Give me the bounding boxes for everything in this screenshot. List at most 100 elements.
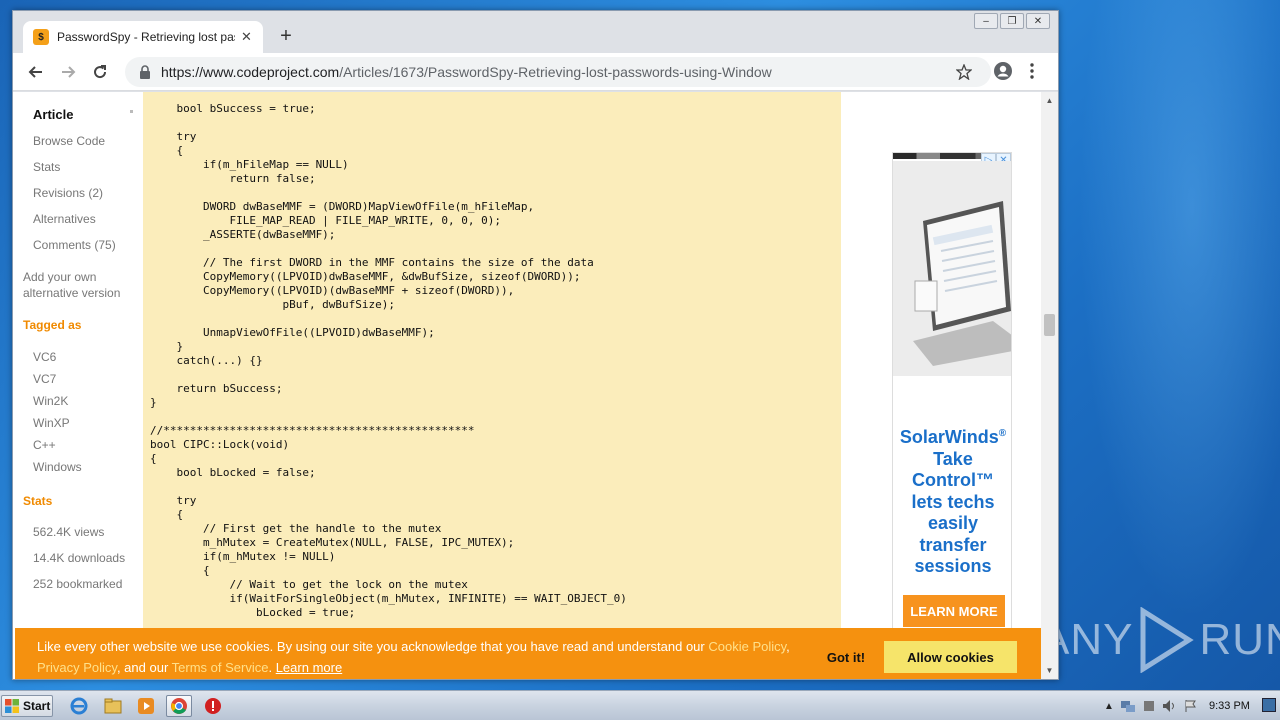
tagged-as-heading: Tagged as — [23, 318, 82, 332]
code-line: if(m_hFileMap == NULL) — [150, 158, 349, 171]
url-text: https://www.codeproject.com/Articles/167… — [161, 64, 772, 80]
code-line: try — [150, 494, 197, 507]
add-alternative-link[interactable]: Add your own alternative version — [23, 269, 133, 301]
scroll-up-arrow-icon[interactable]: ▲ — [1041, 92, 1058, 109]
learn-more-link[interactable]: Learn more — [276, 660, 342, 675]
ad-learn-more-button[interactable]: LEARN MORE — [903, 595, 1005, 627]
code-line: } — [150, 340, 184, 353]
code-line: { — [150, 144, 184, 157]
reload-button[interactable] — [89, 61, 111, 83]
cookie-text-1: Like every other website we use cookies.… — [37, 639, 709, 654]
cookie-text-3: . — [268, 660, 276, 675]
cookie-banner: Like every other website we use cookies.… — [15, 628, 1041, 679]
reload-icon — [94, 65, 107, 79]
desktop-glow — [1060, 0, 1280, 690]
taskbar-chrome-icon[interactable] — [166, 695, 192, 717]
url-host: https://www.codeproject.com — [161, 64, 340, 80]
bookmark-star-icon[interactable] — [956, 64, 972, 80]
back-arrow-icon — [28, 66, 42, 78]
code-line: return false; — [150, 172, 316, 185]
scroll-down-arrow-icon[interactable]: ▼ — [1041, 662, 1058, 679]
tab-passwordspy[interactable]: $ PasswordSpy - Retrieving lost passwo ✕ — [23, 21, 263, 53]
stats-heading: Stats — [23, 494, 53, 508]
tag-win2k[interactable]: Win2K — [33, 394, 68, 408]
code-line: DWORD dwBaseMMF = (DWORD)MapViewOfFile(m… — [150, 200, 535, 213]
tag-windows[interactable]: Windows — [33, 460, 82, 474]
code-line: } — [150, 396, 157, 409]
tag-cpp[interactable]: C++ — [33, 438, 56, 452]
ad-line-1: Take — [933, 448, 973, 469]
terms-link[interactable]: Terms of Service — [172, 660, 269, 675]
allow-cookies-button[interactable]: Allow cookies — [884, 641, 1017, 673]
lock-icon — [140, 65, 150, 79]
taskbar-ie-icon[interactable] — [66, 695, 92, 717]
code-line: _ASSERTE(dwBaseMMF); — [150, 228, 336, 241]
start-label: Start — [23, 699, 51, 713]
sidebar-item-article[interactable]: Article — [33, 107, 73, 122]
sidebar-item-browse-code[interactable]: Browse Code — [33, 134, 105, 148]
tag-vc6[interactable]: VC6 — [33, 350, 56, 364]
tray-action-center-icon[interactable] — [1142, 699, 1156, 713]
tray-flag-icon[interactable] — [1184, 699, 1198, 713]
new-tab-button[interactable]: + — [275, 25, 297, 48]
address-bar[interactable]: https://www.codeproject.com/Articles/167… — [125, 57, 991, 87]
code-listing: bool bSuccess = true; try { if(m_hFileMa… — [150, 102, 627, 620]
tag-vc7[interactable]: VC7 — [33, 372, 56, 386]
scroll-thumb[interactable] — [1044, 314, 1055, 336]
tray-volume-icon[interactable] — [1162, 699, 1178, 713]
ad-reg-mark: ® — [998, 428, 1007, 439]
profile-icon[interactable] — [993, 61, 1013, 81]
sidebar-item-alternatives[interactable]: Alternatives — [33, 212, 96, 226]
code-line: { — [150, 452, 157, 465]
sidebar-item-stats[interactable]: Stats — [33, 160, 60, 174]
tray-expand-icon[interactable]: ▲ — [1104, 701, 1114, 712]
tray-network-icon[interactable] — [1120, 699, 1136, 713]
back-button[interactable] — [25, 61, 47, 83]
code-line: // Wait to get the lock on the mutex — [150, 578, 468, 591]
taskbar-clock[interactable]: 9:33 PM — [1209, 700, 1250, 712]
browser-toolbar: https://www.codeproject.com/Articles/167… — [13, 53, 1058, 91]
ad-line-3: lets techs — [911, 491, 995, 512]
sidebar-item-revisions[interactable]: Revisions (2) — [33, 186, 103, 200]
got-it-button[interactable]: Got it! — [815, 641, 877, 673]
ad-laptop-image — [893, 161, 1011, 376]
code-line: CopyMemory((LPVOID)(dwBaseMMF + sizeof(D… — [150, 284, 515, 297]
taskbar-explorer-icon[interactable] — [100, 695, 126, 717]
code-line: // The first DWORD in the MMF contains t… — [150, 256, 594, 269]
browser-menu-icon[interactable] — [1029, 62, 1035, 80]
code-line: try — [150, 130, 197, 143]
tab-strip: $ PasswordSpy - Retrieving lost passwo ✕… — [13, 11, 1058, 53]
stat-views: 562.4K views — [33, 525, 105, 539]
watermark-right: RUN — [1199, 615, 1280, 664]
tab-close-icon[interactable]: ✕ — [241, 29, 252, 45]
code-line: UnmapViewOfFile((LPVOID)dwBaseMMF); — [150, 326, 435, 339]
start-button[interactable]: Start — [1, 695, 53, 717]
advertisement[interactable]: ▷ ✕ SolarWinds® Take Control™ lets techs… — [892, 152, 1012, 632]
ad-brand: SolarWinds — [899, 427, 999, 447]
taskbar-stop-icon[interactable] — [200, 695, 226, 717]
cookie-text-2: , and our — [116, 660, 172, 675]
sidebar-active-marker — [130, 110, 133, 113]
stat-downloads: 14.4K downloads — [33, 551, 126, 565]
windows-flag-icon — [5, 699, 19, 713]
taskbar-media-player-icon[interactable] — [133, 695, 159, 717]
show-desktop-button[interactable] — [1262, 698, 1276, 712]
page-scrollbar[interactable]: ▲ ▼ — [1041, 92, 1058, 679]
code-line: FILE_MAP_READ | FILE_MAP_WRITE, 0, 0, 0)… — [150, 214, 501, 227]
tag-winxp[interactable]: WinXP — [33, 416, 70, 430]
taskbar: Start ▲ 9:33 PM — [0, 690, 1280, 720]
url-path: /Articles/1673/PasswordSpy-Retrieving-lo… — [339, 64, 772, 80]
privacy-policy-link[interactable]: Privacy Policy — [37, 660, 117, 675]
code-line: // First get the handle to the mutex — [150, 522, 442, 535]
cookie-policy-link[interactable]: Cookie Policy — [708, 639, 786, 654]
forward-button[interactable] — [57, 61, 79, 83]
sidebar-item-comments[interactable]: Comments (75) — [33, 238, 116, 252]
ad-line-5: transfer — [919, 534, 987, 555]
code-line: bool bSuccess = true; — [150, 102, 316, 115]
